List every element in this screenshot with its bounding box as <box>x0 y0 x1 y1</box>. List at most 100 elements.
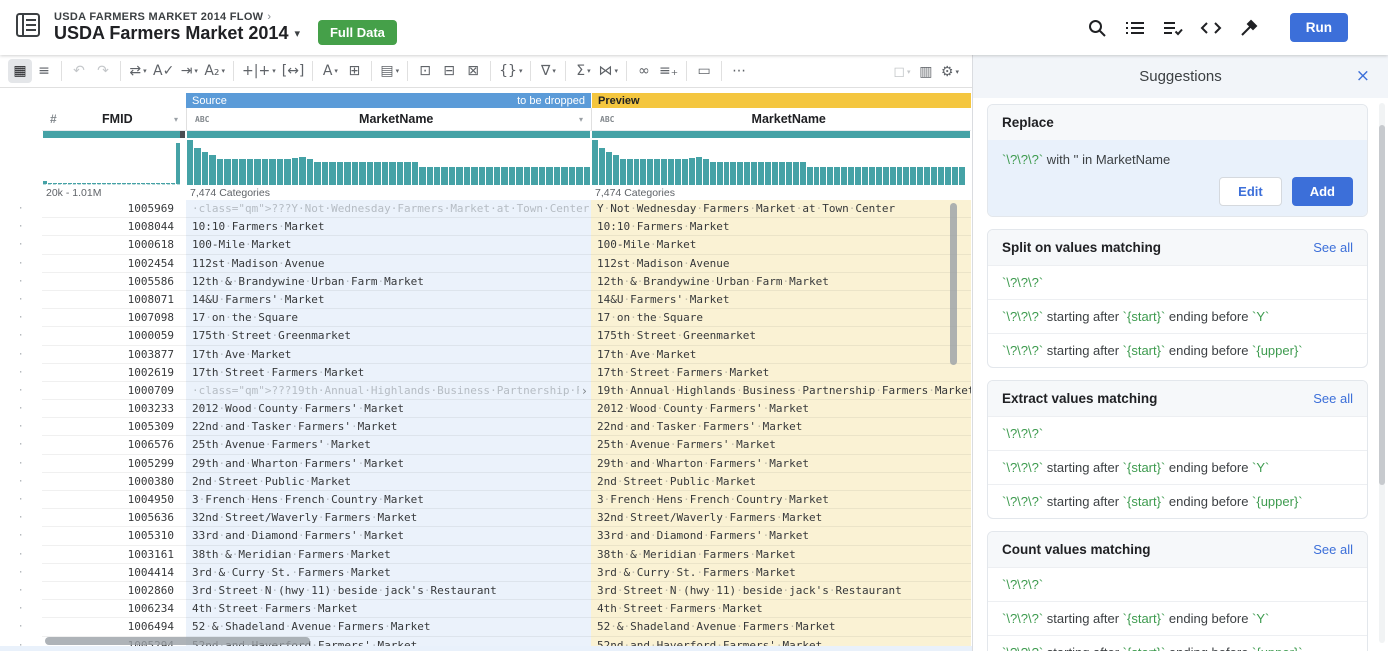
cell-fmid[interactable]: 1000059 <box>42 327 186 345</box>
cell-marketname-source[interactable]: 3·French·Hens·French·Country·Market <box>186 491 591 509</box>
histogram-bar[interactable] <box>848 167 854 185</box>
cell-marketname-preview[interactable]: 52·&·Shadeland·Avenue·Farmers·Market <box>591 618 971 636</box>
histogram-bar[interactable] <box>869 167 875 185</box>
histogram-bar[interactable] <box>554 167 560 185</box>
cell-marketname-source[interactable]: 17th·Street·Farmers·Market <box>186 364 591 382</box>
cell-marketname-source[interactable]: 17·on·the·Square <box>186 309 591 327</box>
histogram-bar[interactable] <box>307 159 313 185</box>
histogram-bar[interactable] <box>419 167 425 185</box>
histogram-bar[interactable] <box>917 167 923 185</box>
histogram-bar[interactable] <box>87 183 91 184</box>
histogram-bar[interactable] <box>952 167 958 185</box>
histogram-bar[interactable] <box>63 183 67 184</box>
histogram-bar[interactable] <box>599 148 605 185</box>
cell-marketname-source[interactable]: ·class="qm">???19th·Annual·Highlands·Bus… <box>186 382 591 400</box>
cell-marketname-preview[interactable]: 100-Mile·Market <box>591 236 971 254</box>
histogram-bar[interactable] <box>141 183 145 184</box>
histogram-bar[interactable] <box>509 167 515 185</box>
cell-marketname-preview[interactable]: Y·Not·Wednesday·Farmers·Market·at·Town·C… <box>591 200 971 218</box>
cell-fmid[interactable]: 1006234 <box>42 600 186 618</box>
histogram-bar[interactable] <box>834 167 840 185</box>
cell-marketname-source[interactable]: 33rd·and·Diamond·Farmers'·Market <box>186 527 591 545</box>
suggestion-item[interactable]: `\?\?\?` <box>988 416 1367 450</box>
suggestion-item[interactable]: `\?\?\?` starting after `{start}` ending… <box>988 601 1367 635</box>
histogram-bar[interactable] <box>73 183 77 184</box>
split-column-icon[interactable]: +|+▾ <box>239 59 279 83</box>
histogram-bar[interactable] <box>696 157 702 185</box>
histogram-bar[interactable] <box>456 167 462 185</box>
comment-icon[interactable]: ▭ <box>692 59 716 83</box>
histogram-bar[interactable] <box>122 183 126 184</box>
cell-fmid[interactable]: 1000618 <box>42 236 186 254</box>
suggestion-item[interactable]: `\?\?\?` <box>988 265 1367 299</box>
histogram-bar[interactable] <box>464 167 470 185</box>
cell-marketname-preview[interactable]: 25th·Avenue·Farmers'·Market <box>591 436 971 454</box>
column-menu-icon[interactable]: ▾ <box>579 115 583 124</box>
recipe-list-icon[interactable] <box>1124 17 1146 39</box>
histogram-bar[interactable] <box>682 159 688 185</box>
quality-bar-marketname-source[interactable] <box>187 131 590 138</box>
histogram-bar[interactable] <box>561 167 567 185</box>
histogram-bar[interactable] <box>112 183 116 184</box>
cell-marketname-preview[interactable]: 12th·&·Brandywine·Urban·Farm·Market <box>591 273 971 291</box>
cell-fmid[interactable]: 1004950 <box>42 491 186 509</box>
histogram-bar[interactable] <box>151 183 155 184</box>
view-settings-icon[interactable]: ⚙▾ <box>938 60 962 84</box>
search-icon[interactable] <box>1086 17 1108 39</box>
see-all-link[interactable]: See all <box>1313 542 1353 557</box>
cell-marketname-source[interactable]: 2nd·Street·Public·Market <box>186 473 591 491</box>
histogram-bar[interactable] <box>647 159 653 185</box>
histogram-bar[interactable] <box>367 162 373 185</box>
suggestion-item[interactable]: `\?\?\?` starting after `{start}` ending… <box>988 450 1367 484</box>
edit-button[interactable]: Edit <box>1219 177 1282 206</box>
histogram-bar[interactable] <box>627 159 633 185</box>
histogram-bar[interactable] <box>137 183 141 184</box>
unpivot-icon[interactable]: ⊟ <box>437 59 461 83</box>
more-icon[interactable]: ⋯ <box>727 59 751 83</box>
suggestion-item[interactable]: `\?\?\?` starting after `{start}` ending… <box>988 333 1367 367</box>
cell-marketname-preview[interactable]: 38th·&·Meridian·Farmers·Market <box>591 546 971 564</box>
histogram-bar[interactable] <box>855 167 861 185</box>
histogram-bar[interactable] <box>471 167 477 185</box>
redo-icon[interactable]: ↷ <box>91 59 115 83</box>
cell-marketname-source[interactable]: 38th·&·Meridian·Farmers·Market <box>186 546 591 564</box>
histogram-bar[interactable] <box>337 162 343 185</box>
quality-bar-marketname-preview[interactable] <box>592 131 970 138</box>
extract-values-icon[interactable]: [↔] <box>279 59 308 83</box>
histogram-bar[interactable] <box>77 183 81 184</box>
cell-marketname-source[interactable]: 100-Mile·Market <box>186 236 591 254</box>
histogram-bar[interactable] <box>569 167 575 185</box>
histogram-bar[interactable] <box>576 167 582 185</box>
histogram-bar[interactable] <box>793 162 799 185</box>
histogram-bar[interactable] <box>449 167 455 185</box>
histogram-bar[interactable] <box>166 183 170 184</box>
lookup-icon[interactable]: ≡₊ <box>656 59 681 83</box>
histogram-bar[interactable] <box>959 167 965 185</box>
cell-marketname-preview[interactable]: 33rd·and·Diamond·Farmers'·Market <box>591 527 971 545</box>
cell-marketname-source[interactable]: 29th·and·Wharton·Farmers'·Market <box>186 455 591 473</box>
cell-marketname-preview[interactable]: 3rd·&·Curry·St.·Farmers·Market <box>591 564 971 582</box>
histogram-bar[interactable] <box>841 167 847 185</box>
add-button[interactable]: Add <box>1292 177 1353 206</box>
cell-marketname-preview[interactable]: 17·on·the·Square <box>591 309 971 327</box>
replace-values-icon[interactable]: ⇄▾ <box>126 59 150 83</box>
histogram-bar[interactable] <box>329 162 335 185</box>
join-icon[interactable]: ⋈▾ <box>595 59 621 83</box>
histogram-bar[interactable] <box>292 158 298 185</box>
histogram-bar[interactable] <box>53 183 57 184</box>
histogram-bar[interactable] <box>194 148 200 185</box>
histogram-bar[interactable] <box>945 167 951 185</box>
histogram-bar[interactable] <box>717 162 723 185</box>
histogram-bar[interactable] <box>43 181 47 184</box>
suggestion-item[interactable]: `\?\?\?` starting after `{start}` ending… <box>988 484 1367 518</box>
histogram-bar[interactable] <box>546 167 552 185</box>
histogram-bar[interactable] <box>479 167 485 185</box>
histogram-bar[interactable] <box>277 159 283 185</box>
horizontal-scrollbar[interactable] <box>45 637 310 645</box>
cell-marketname-preview[interactable]: 19th·Annual·Highlands·Business·Partnersh… <box>591 382 971 400</box>
histogram-bar[interactable] <box>146 183 150 184</box>
expand-chevron-icon[interactable]: › <box>579 382 590 400</box>
cell-marketname-source[interactable]: 3rd·Street·N·(hwy·11)·beside·jack's·Rest… <box>186 582 591 600</box>
histogram-bar[interactable] <box>239 159 245 185</box>
histogram-bar[interactable] <box>58 183 62 184</box>
